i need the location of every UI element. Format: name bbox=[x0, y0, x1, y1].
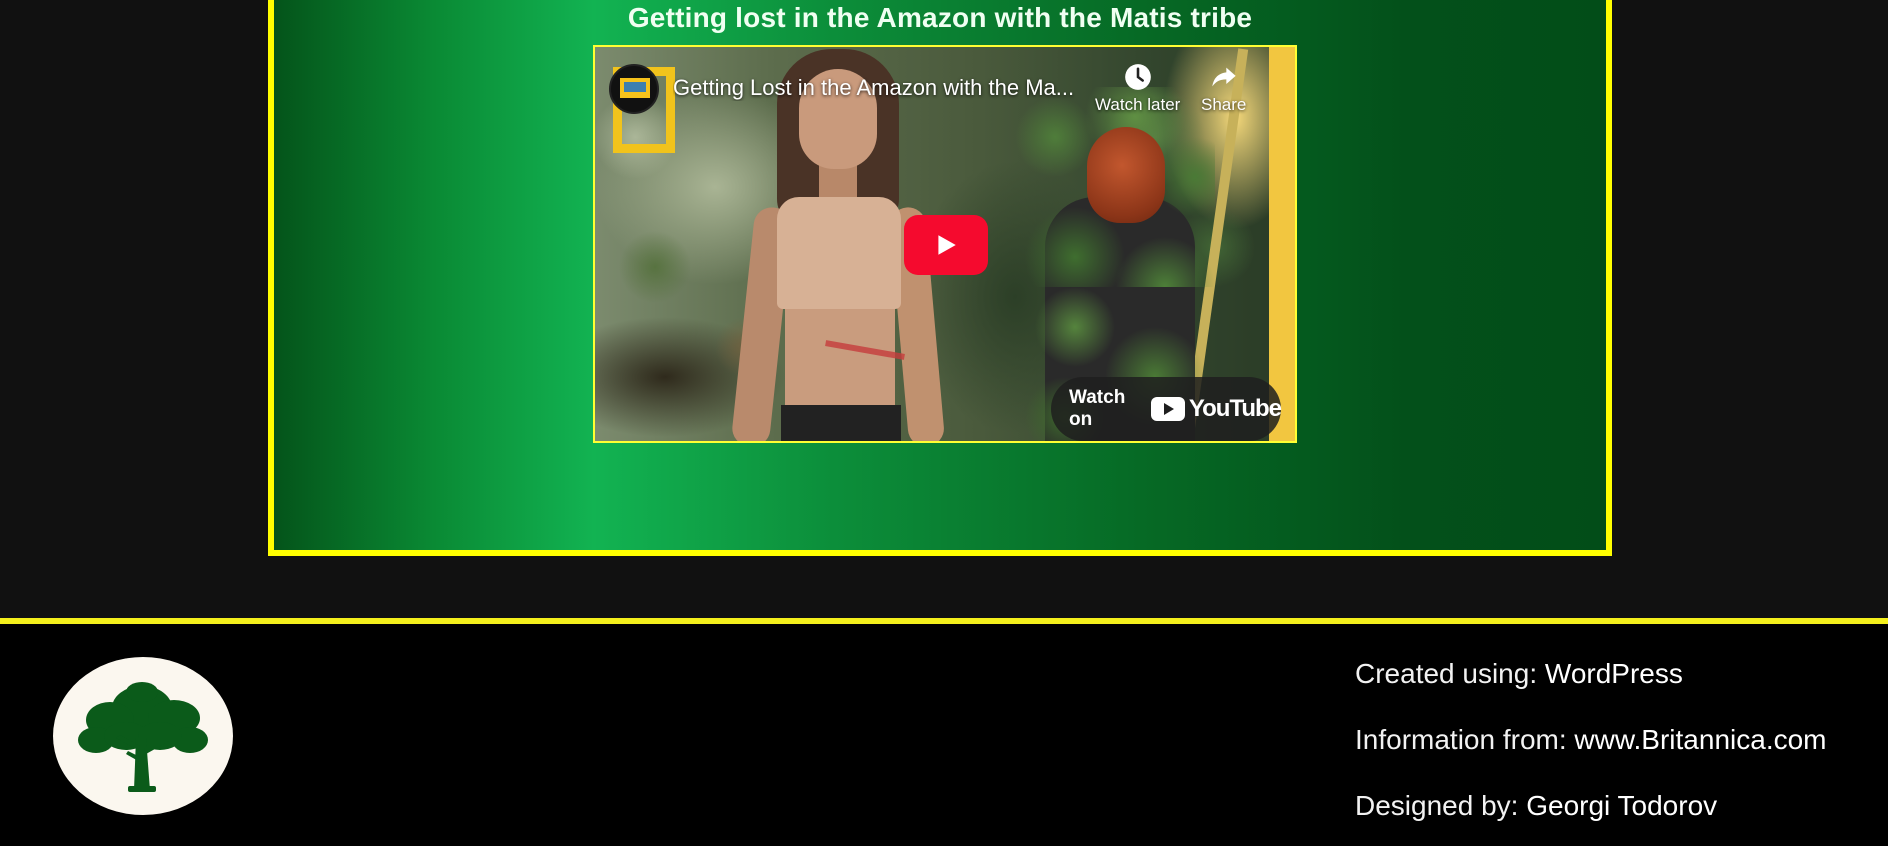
credit-label: Information from: bbox=[1355, 724, 1575, 755]
channel-avatar[interactable] bbox=[609, 64, 659, 114]
youtube-video-embed[interactable]: Getting Lost in the Amazon with the Ma..… bbox=[593, 45, 1297, 443]
share-button[interactable]: Share bbox=[1201, 63, 1246, 115]
britannica-link[interactable]: www.Britannica.com bbox=[1574, 724, 1826, 755]
footer-logo[interactable] bbox=[53, 657, 233, 815]
video-section: Getting lost in the Amazon with the Mati… bbox=[268, 0, 1612, 556]
credit-label: Designed by: bbox=[1355, 790, 1527, 821]
youtube-logo: YouTube bbox=[1150, 395, 1282, 423]
video-overlay-title[interactable]: Getting Lost in the Amazon with the Ma..… bbox=[673, 75, 1083, 101]
watch-later-button[interactable]: Watch later bbox=[1095, 63, 1180, 115]
share-label: Share bbox=[1201, 95, 1247, 114]
share-arrow-icon bbox=[1212, 67, 1236, 87]
youtube-wordmark: YouTube bbox=[1188, 395, 1282, 422]
credit-information-from: Information from: www.Britannica.com bbox=[1355, 722, 1827, 788]
watch-later-label: Watch later bbox=[1095, 95, 1181, 114]
watch-on-label: Watch on bbox=[1069, 387, 1126, 430]
credit-designed-by: Designed by: Georgi Todorov bbox=[1355, 788, 1827, 846]
youtube-play-icon bbox=[1150, 397, 1185, 421]
site-footer: Created using: WordPress Information fro… bbox=[0, 624, 1888, 846]
watch-on-youtube-button[interactable]: Watch on YouTube bbox=[1051, 377, 1282, 441]
section-title: Getting lost in the Amazon with the Mati… bbox=[627, 2, 1253, 33]
thumbnail-yellow-strip bbox=[1269, 47, 1295, 441]
footer-credits: Created using: WordPress Information fro… bbox=[1355, 656, 1827, 846]
wordpress-link[interactable]: WordPress bbox=[1545, 658, 1683, 689]
credit-label: Created using: bbox=[1355, 658, 1545, 689]
tree-icon bbox=[78, 682, 208, 792]
clock-icon bbox=[1124, 64, 1151, 90]
credit-created-using: Created using: WordPress bbox=[1355, 656, 1827, 722]
designer-link[interactable]: Georgi Todorov bbox=[1526, 790, 1717, 821]
play-icon bbox=[938, 235, 956, 255]
play-button[interactable] bbox=[904, 215, 988, 275]
